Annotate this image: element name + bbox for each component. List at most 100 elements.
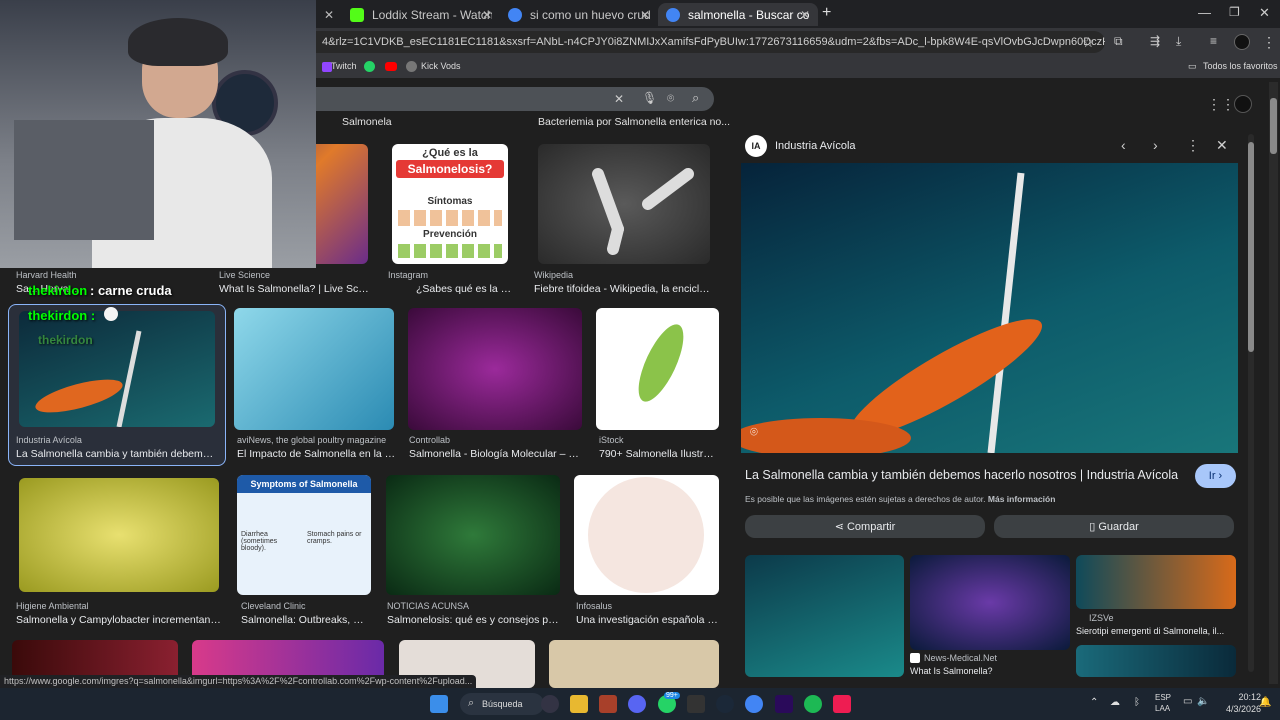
- close-icon[interactable]: ✕: [482, 8, 492, 22]
- tab-close-partial[interactable]: ✕: [318, 3, 340, 26]
- bookmark-kick-vods[interactable]: Kick Vods: [421, 61, 461, 71]
- clear-search-icon[interactable]: ✕: [614, 92, 624, 106]
- related-image[interactable]: [745, 555, 904, 677]
- epic-games-icon[interactable]: [687, 695, 705, 713]
- image-result[interactable]: [19, 478, 219, 592]
- related-image[interactable]: [1076, 645, 1236, 677]
- winrar-icon[interactable]: [599, 695, 617, 713]
- image-result[interactable]: ¿Qué es la Salmonelosis? Síntomas Preven…: [392, 144, 508, 264]
- account-avatar[interactable]: [1234, 95, 1252, 113]
- share-button[interactable]: ⋖ Compartir: [745, 515, 985, 538]
- chevron-right-icon[interactable]: ›: [1153, 137, 1158, 153]
- chrome-icon[interactable]: [745, 695, 763, 713]
- result-caption[interactable]: What Is Salmonella? | Live Scie...: [219, 283, 369, 295]
- whatsapp-icon[interactable]: [364, 61, 375, 72]
- volume-icon[interactable]: 🔈: [1197, 696, 1209, 707]
- windows-start-icon[interactable]: [430, 695, 448, 713]
- panel-scrollbar[interactable]: [1248, 134, 1254, 672]
- page-scrollbar-thumb[interactable]: [1270, 98, 1277, 154]
- minimize-button[interactable]: —: [1198, 5, 1211, 20]
- new-tab-button[interactable]: +: [822, 4, 831, 22]
- image-result[interactable]: [19, 311, 215, 427]
- image-result[interactable]: [234, 308, 394, 430]
- result-caption[interactable]: Sierotipi emergenti di Salmonella, il...: [1076, 626, 1236, 636]
- bluetooth-icon[interactable]: ᛒ: [1134, 697, 1140, 708]
- page-scrollbar[interactable]: [1269, 82, 1278, 684]
- image-result[interactable]: [538, 144, 710, 264]
- widgets-icon[interactable]: [541, 695, 559, 713]
- youtube-icon[interactable]: [385, 62, 397, 71]
- menu-icon[interactable]: ⋮: [1262, 34, 1276, 51]
- tab-salmonella[interactable]: salmonella - Buscar con Google ✕: [658, 3, 818, 26]
- panel-site-name[interactable]: Industria Avícola: [775, 140, 856, 152]
- related-image[interactable]: [1076, 555, 1236, 609]
- language-indicator[interactable]: ESP: [1155, 693, 1171, 702]
- result-caption[interactable]: Fiebre tifoidea - Wikipedia, la enciclop…: [534, 283, 714, 295]
- result-caption[interactable]: Una investigación española so...: [576, 614, 718, 626]
- close-icon[interactable]: ✕: [640, 8, 650, 22]
- clock-time[interactable]: 20:12: [1221, 692, 1261, 702]
- result-caption[interactable]: La Salmonella cambia y también debemos h…: [16, 448, 216, 460]
- bookmark-twitch[interactable]: Twitch: [331, 61, 357, 71]
- chevron-up-icon[interactable]: ⌃: [1090, 697, 1098, 708]
- result-caption[interactable]: Salmonella y Campylobacter incrementan s…: [16, 614, 221, 626]
- mic-icon[interactable]: 🎙: [642, 91, 657, 105]
- steam-icon[interactable]: [716, 695, 734, 713]
- apps-grid-icon[interactable]: ⋮⋮: [1207, 96, 1235, 113]
- downloads-icon[interactable]: ⤓: [1176, 34, 1181, 49]
- lens-icon[interactable]: ⌾: [667, 91, 674, 106]
- tab-kick[interactable]: Loddix Stream - Watch Live on ✕: [342, 3, 500, 26]
- result-caption[interactable]: Salmonelosis: qué es y consejos para...: [387, 614, 559, 626]
- preview-image[interactable]: [731, 163, 1238, 458]
- image-result[interactable]: [574, 475, 719, 595]
- visit-button[interactable]: Ir ›: [1195, 464, 1236, 488]
- image-result[interactable]: Symptoms of Salmonella Diarrhea (sometim…: [237, 475, 371, 595]
- result-source: Instagram: [388, 270, 429, 280]
- restore-button[interactable]: ❐: [1229, 5, 1240, 19]
- result-caption[interactable]: ¿Sabes qué es la sa...: [416, 283, 516, 295]
- tiktok-icon[interactable]: [833, 695, 851, 713]
- profile-avatar[interactable]: [1234, 34, 1250, 50]
- result-caption[interactable]: El Impacto de Salmonella en la In...: [237, 448, 397, 460]
- tab-huevo[interactable]: si como un huevo crudo que pa ✕: [500, 3, 658, 26]
- save-label: Guardar: [1098, 520, 1139, 533]
- media-icon[interactable]: ≡: [1210, 34, 1217, 48]
- chip-bacteriemia[interactable]: Bacteriemia por Salmonella enterica no..…: [538, 116, 730, 128]
- bookmark-icon: ▯: [1089, 521, 1099, 533]
- notifications-icon[interactable]: 🔔: [1259, 697, 1271, 708]
- search-icon[interactable]: ⌕: [692, 90, 699, 106]
- bookmark-star-icon[interactable]: ☆: [1082, 34, 1095, 51]
- more-info-link[interactable]: Más información: [988, 494, 1056, 504]
- image-result[interactable]: [549, 640, 719, 688]
- chevron-left-icon[interactable]: ‹: [1121, 137, 1126, 153]
- close-icon[interactable]: ✕: [1216, 137, 1228, 154]
- result-caption[interactable]: Salmonella - Biología Molecular – Co...: [409, 448, 579, 460]
- image-result[interactable]: [386, 475, 560, 595]
- result-caption[interactable]: 790+ Salmonella Ilustrac...: [599, 448, 717, 460]
- more-options-icon[interactable]: ⋮: [1186, 137, 1200, 154]
- result-source: Live Science: [219, 270, 271, 280]
- result-caption[interactable]: What Is Salmonella?: [910, 666, 1070, 676]
- panel-title[interactable]: La Salmonella cambia y también debemos h…: [745, 468, 1185, 482]
- all-bookmarks[interactable]: Todos los favoritos: [1203, 61, 1278, 71]
- discord-icon[interactable]: [628, 695, 646, 713]
- image-result[interactable]: [596, 308, 719, 430]
- image-result[interactable]: [408, 308, 582, 430]
- lens-search-icon[interactable]: ⌾: [750, 424, 758, 440]
- close-icon[interactable]: ✕: [800, 8, 810, 22]
- onedrive-icon[interactable]: ☁: [1110, 697, 1120, 708]
- save-button[interactable]: ▯ Guardar: [994, 515, 1234, 538]
- clock-date[interactable]: 4/3/2026: [1211, 704, 1261, 714]
- address-bar[interactable]: 4&rlz=1C1VDKB_esEC1181EC1181&sxsrf=ANbL-…: [300, 31, 1105, 53]
- file-explorer-icon[interactable]: [570, 695, 588, 713]
- extensions-icon[interactable]: ⧉: [1114, 34, 1123, 49]
- panel-scrollbar-thumb[interactable]: [1248, 142, 1254, 352]
- network-icon[interactable]: ▭: [1183, 696, 1192, 707]
- premiere-icon[interactable]: [775, 695, 793, 713]
- related-image[interactable]: [910, 555, 1070, 650]
- close-window-button[interactable]: ✕: [1259, 5, 1270, 21]
- cast-icon[interactable]: ⇶: [1150, 34, 1160, 48]
- spotify-icon[interactable]: [804, 695, 822, 713]
- result-caption[interactable]: Salmonella: Outbreaks, Ca...: [241, 614, 371, 626]
- chip-salmonela[interactable]: Salmonela: [342, 116, 392, 128]
